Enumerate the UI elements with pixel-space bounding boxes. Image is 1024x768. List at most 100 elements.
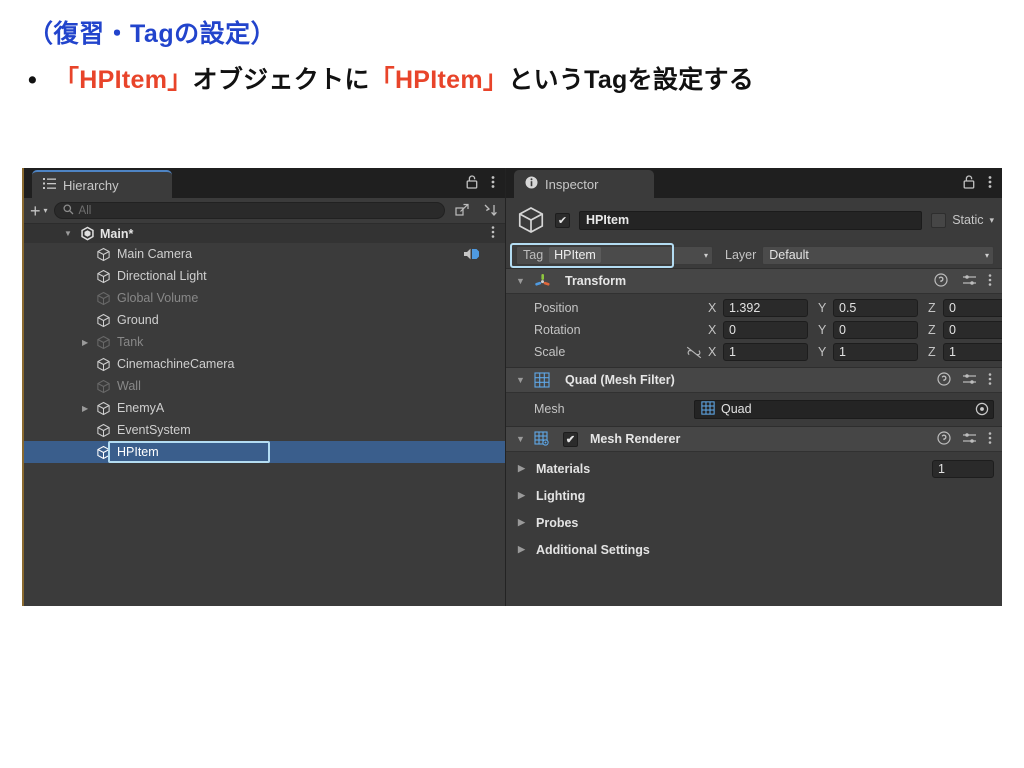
hierarchy-item-cinemachinecamera[interactable]: CinemachineCamera: [24, 353, 505, 375]
tab-inspector[interactable]: Inspector: [514, 170, 654, 198]
object-name-value: HPItem: [586, 213, 630, 227]
add-gameobject-button[interactable]: + ▾: [30, 202, 48, 220]
expand-window-icon[interactable]: [451, 201, 473, 221]
hierarchy-item-eventsystem[interactable]: EventSystem: [24, 419, 505, 441]
static-checkbox[interactable]: [931, 212, 947, 228]
hierarchy-item-main-camera[interactable]: Main Camera: [24, 243, 505, 265]
transform-axis-icon: [534, 273, 551, 290]
preset-icon[interactable]: [962, 372, 977, 389]
hierarchy-item-wall[interactable]: Wall: [24, 375, 505, 397]
component-header-mesh-renderer[interactable]: ▼ ✔ Mesh Renderer: [506, 426, 1002, 452]
hierarchy-scene-root[interactable]: ▼ Main*: [24, 224, 505, 243]
hierarchy-tree: Main Camera Directional Light Global Vol…: [24, 243, 505, 463]
chevron-right-icon[interactable]: ▶: [82, 397, 88, 419]
object-name-field[interactable]: HPItem: [579, 210, 923, 230]
hierarchy-item-enemya[interactable]: ▶ EnemyA: [24, 397, 505, 419]
kebab-menu-icon[interactable]: [988, 273, 992, 290]
chevron-down-icon[interactable]: ▼: [64, 229, 72, 238]
axis-label-x: X: [708, 301, 717, 315]
search-input[interactable]: All: [53, 202, 445, 219]
axis-label-y: Y: [818, 345, 827, 359]
position-x-field[interactable]: 1.392: [723, 299, 808, 317]
chevron-down-icon[interactable]: ▾: [989, 215, 994, 226]
mesh-renderer-section-probes[interactable]: ▶ Probes: [506, 509, 1002, 536]
unity-scene-icon: [80, 226, 95, 241]
hierarchy-item-label: Global Volume: [117, 291, 199, 305]
kebab-menu-icon[interactable]: [491, 175, 495, 191]
search-placeholder: All: [78, 204, 92, 217]
help-icon[interactable]: [937, 430, 951, 448]
object-picker-icon[interactable]: [975, 402, 989, 416]
position-z-field[interactable]: 0: [943, 299, 1002, 317]
hierarchy-item-hpitem[interactable]: HPItem: [24, 441, 505, 463]
bullet-text-1: オブジェクトに: [192, 66, 370, 94]
preset-icon[interactable]: [962, 431, 977, 448]
object-enabled-checkbox[interactable]: ✔: [555, 212, 570, 228]
chevron-down-icon[interactable]: ▼: [516, 375, 526, 385]
lock-icon[interactable]: [963, 174, 975, 192]
kebab-menu-icon[interactable]: [491, 225, 495, 242]
chevron-down-icon[interactable]: ▼: [516, 434, 526, 444]
inspector-tab-actions: [963, 168, 992, 198]
hierarchy-item-directional-light[interactable]: Directional Light: [24, 265, 505, 287]
mesh-object-field[interactable]: Quad: [694, 399, 994, 419]
sort-icon[interactable]: [479, 201, 501, 221]
component-actions: [933, 272, 992, 290]
hierarchy-scene-root-label: Main*: [100, 226, 134, 241]
hierarchy-item-label: EnemyA: [117, 401, 165, 415]
hierarchy-item-tank[interactable]: ▶ Tank: [24, 331, 505, 353]
preset-icon[interactable]: [962, 273, 977, 290]
mesh-filter-icon: [701, 400, 715, 418]
mesh-filter-body: Mesh Quad: [506, 393, 1002, 426]
bullet-line: • 「HPItem」オブジェクトに「HPItem」というTagを設定する: [28, 60, 754, 96]
mesh-renderer-enabled-checkbox[interactable]: ✔: [563, 431, 578, 447]
unity-editor-screenshot: Hierarchy + ▾ All ▼ Main* Main Camera Di…: [22, 168, 1002, 606]
rotation-y-field[interactable]: 0: [833, 321, 918, 339]
constrain-proportions-icon[interactable]: [686, 346, 708, 359]
rotation-z-field[interactable]: 0: [943, 321, 1002, 339]
scale-y-field[interactable]: 1: [833, 343, 918, 361]
chevron-right-icon[interactable]: ▶: [518, 463, 528, 474]
tag-label: Tag: [523, 248, 544, 262]
component-header-mesh-filter[interactable]: ▼ Quad (Mesh Filter): [506, 367, 1002, 393]
hierarchy-item-ground[interactable]: Ground: [24, 309, 505, 331]
kebab-menu-icon[interactable]: [988, 431, 992, 448]
kebab-menu-icon[interactable]: [988, 372, 992, 389]
tab-inspector-label: Inspector: [545, 176, 599, 192]
materials-count-field[interactable]: 1: [932, 459, 994, 478]
layer-dropdown[interactable]: Default ▾: [762, 245, 994, 265]
help-icon[interactable]: [933, 272, 951, 290]
component-title: Mesh Renderer: [590, 432, 681, 446]
lock-icon[interactable]: [466, 174, 478, 192]
hierarchy-toolbar: + ▾ All: [24, 198, 505, 224]
tag-dropdown[interactable]: Tag HPItem ▾: [516, 245, 713, 265]
mesh-label: Mesh: [534, 402, 565, 416]
position-y-field[interactable]: 0.5: [833, 299, 918, 317]
static-group: Static ▾: [931, 212, 994, 228]
mesh-renderer-section-materials[interactable]: ▶ Materials 1: [506, 455, 1002, 482]
row-label: Scale: [534, 345, 566, 359]
audio-listener-icon: [463, 247, 480, 264]
scale-x-field[interactable]: 1: [723, 343, 808, 361]
mesh-renderer-section-additional-settings[interactable]: ▶ Additional Settings: [506, 536, 1002, 563]
chevron-right-icon[interactable]: ▶: [82, 331, 88, 353]
tab-hierarchy[interactable]: Hierarchy: [32, 170, 172, 198]
chevron-right-icon[interactable]: ▶: [518, 544, 528, 555]
scale-z-field[interactable]: 1: [943, 343, 1002, 361]
kebab-menu-icon[interactable]: [988, 175, 992, 191]
mesh-renderer-section-lighting[interactable]: ▶ Lighting: [506, 482, 1002, 509]
help-icon[interactable]: [937, 371, 951, 389]
hierarchy-item-global-volume[interactable]: Global Volume: [24, 287, 505, 309]
chevron-down-icon[interactable]: ▾: [985, 251, 989, 260]
transform-position-row: Position X 1.392 Y 0.5 Z 0: [506, 297, 1002, 319]
chevron-down-icon[interactable]: ▼: [516, 276, 526, 286]
hierarchy-item-label: EventSystem: [117, 423, 191, 437]
chevron-right-icon[interactable]: ▶: [518, 517, 528, 528]
axis-label-y: Y: [818, 323, 827, 337]
chevron-right-icon[interactable]: ▶: [518, 490, 528, 501]
component-title: Quad (Mesh Filter): [565, 373, 675, 387]
chevron-down-icon[interactable]: ▾: [704, 251, 708, 260]
rotation-x-field[interactable]: 0: [723, 321, 808, 339]
component-header-transform[interactable]: ▼ Transform: [506, 268, 1002, 294]
static-label: Static: [952, 213, 984, 227]
